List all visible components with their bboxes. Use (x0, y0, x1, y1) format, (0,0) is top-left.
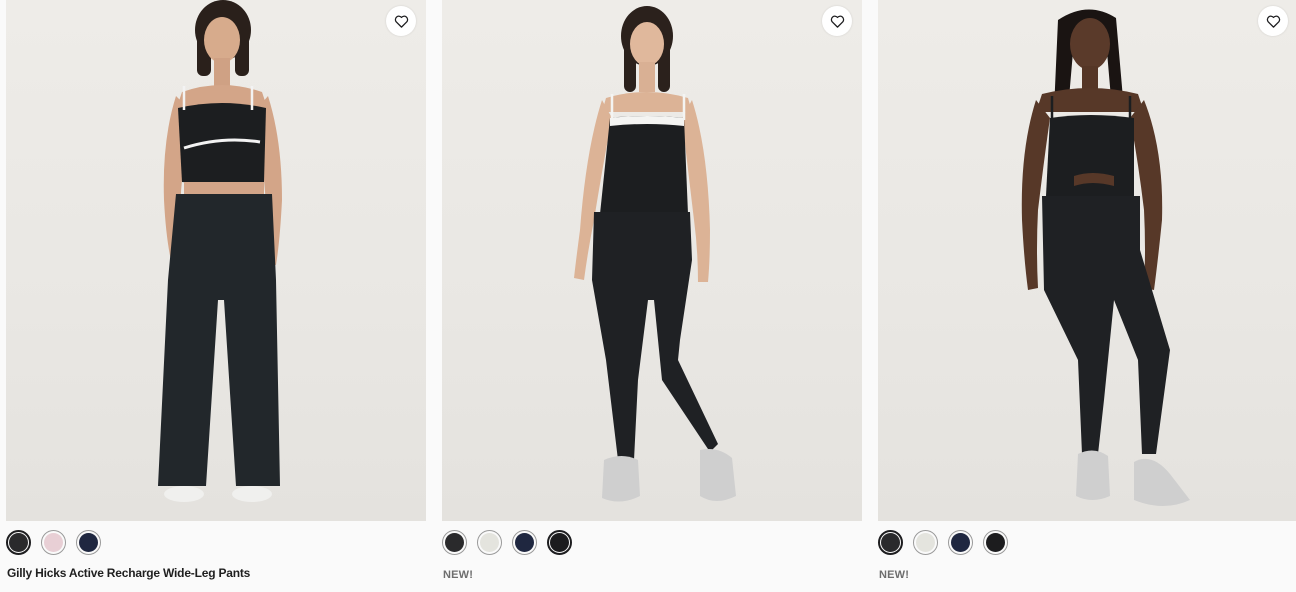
color-swatch[interactable] (442, 530, 467, 555)
color-swatch[interactable] (878, 530, 903, 555)
heart-outline-icon (394, 15, 408, 28)
model-figure (574, 6, 736, 502)
color-swatch[interactable] (983, 530, 1008, 555)
heart-outline-icon (1266, 15, 1280, 28)
color-swatch[interactable] (6, 530, 31, 555)
color-swatch[interactable] (547, 530, 572, 555)
color-swatches (878, 530, 1008, 558)
model-figure (1021, 9, 1190, 506)
product-card[interactable]: NEW! (442, 0, 862, 592)
color-swatch[interactable] (512, 530, 537, 555)
product-title[interactable]: Gilly Hicks Active Recharge Wide-Leg Pan… (7, 566, 250, 580)
model-figure (158, 0, 282, 502)
product-image[interactable] (442, 0, 862, 521)
product-image[interactable] (6, 0, 426, 521)
color-swatch[interactable] (41, 530, 66, 555)
favorite-button[interactable] (822, 6, 852, 36)
favorite-button[interactable] (1258, 6, 1288, 36)
color-swatch[interactable] (948, 530, 973, 555)
new-badge: NEW! (443, 569, 474, 581)
product-image[interactable] (878, 0, 1296, 521)
product-card[interactable]: NEW! (878, 0, 1296, 592)
heart-outline-icon (830, 15, 844, 28)
product-card[interactable]: Gilly Hicks Active Recharge Wide-Leg Pan… (6, 0, 426, 592)
color-swatches (6, 530, 101, 558)
favorite-button[interactable] (386, 6, 416, 36)
color-swatch[interactable] (913, 530, 938, 555)
new-badge: NEW! (879, 569, 910, 581)
color-swatch[interactable] (477, 530, 502, 555)
color-swatches (442, 530, 572, 558)
color-swatch[interactable] (76, 530, 101, 555)
product-grid: Gilly Hicks Active Recharge Wide-Leg Pan… (0, 0, 1296, 592)
